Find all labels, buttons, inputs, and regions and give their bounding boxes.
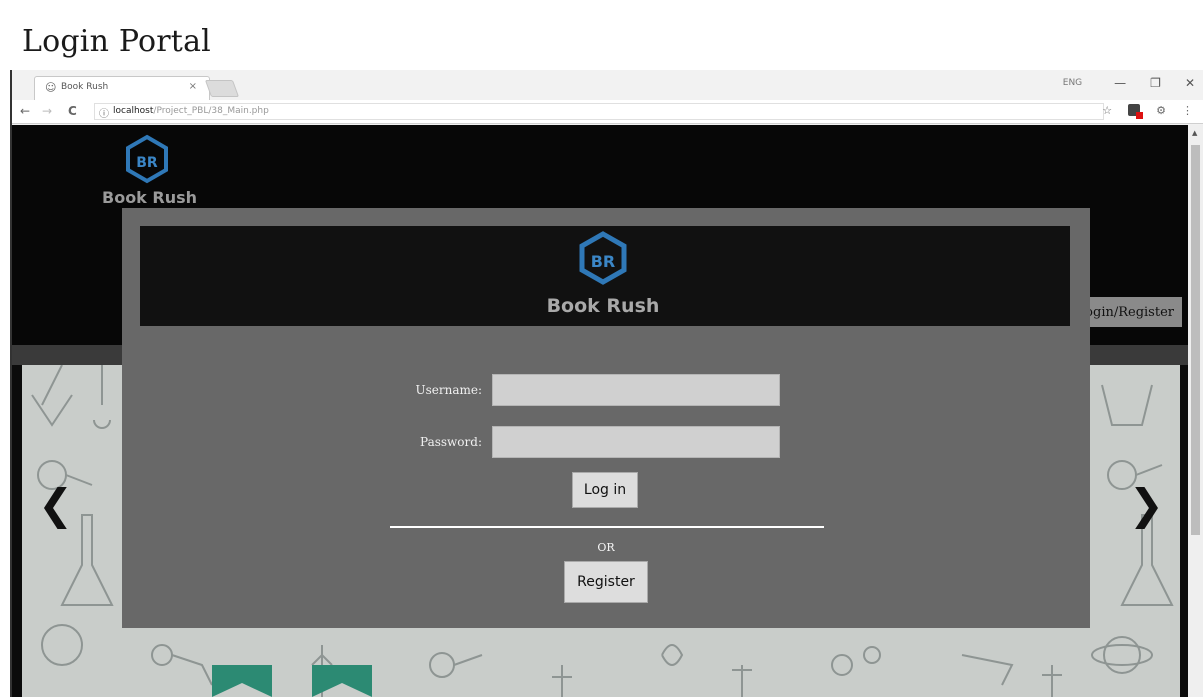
browser-window: ☺ Book Rush × ENG — ❐ ✕ ← → C ⓘ localhos… [10, 70, 1203, 697]
extension-badge [1136, 112, 1144, 119]
reload-icon[interactable]: C [68, 104, 77, 118]
url-text: localhost/Project_PBL/38_Main.php [113, 106, 269, 116]
modal-logo-brand: Book Rush [547, 295, 660, 317]
extension-icon[interactable] [1128, 104, 1144, 119]
scroll-up-icon[interactable]: ▲ [1192, 129, 1197, 137]
address-bar[interactable]: ⓘ localhost/Project_PBL/38_Main.php [94, 103, 1104, 120]
settings-icon[interactable]: ⚙ [1156, 104, 1166, 117]
back-icon[interactable]: ← [20, 104, 30, 118]
password-label: Password: [420, 435, 482, 449]
window-controls: ENG — ❐ ✕ [1063, 76, 1195, 90]
site-logo[interactable]: BR Book Rush [82, 133, 212, 211]
site-logo-letters: BR [136, 155, 158, 171]
site-logo-brand: Book Rush [102, 188, 197, 207]
bookmark-star-icon[interactable]: ☆ [1102, 104, 1112, 117]
browser-toolbar: ← → C ⓘ localhost/Project_PBL/38_Main.ph… [12, 100, 1203, 124]
login-modal: BR Book Rush Username: Password: Log in … [122, 208, 1090, 628]
divider [390, 526, 824, 528]
new-tab-button[interactable] [204, 80, 240, 97]
language-indicator: ENG [1062, 78, 1083, 88]
user-icon: ☺ [45, 81, 57, 94]
minimize-icon[interactable]: — [1114, 76, 1126, 90]
forward-icon[interactable]: → [42, 104, 52, 118]
username-input[interactable] [492, 374, 780, 406]
page-viewport: BR Book Rush Login/Register ❮ ❯ BR Book … [12, 125, 1190, 697]
modal-logo-letters: BR [591, 252, 616, 271]
tab-book-rush[interactable]: ☺ Book Rush × [34, 76, 210, 100]
toolbar-icons: ☆ ⚙ ⋮ [1102, 104, 1193, 119]
close-icon[interactable]: × [189, 81, 197, 92]
modal-logo: BR Book Rush [547, 231, 660, 317]
vertical-scrollbar[interactable]: ▲ [1188, 125, 1203, 697]
login-button[interactable]: Log in [572, 472, 638, 508]
scroll-thumb[interactable] [1191, 145, 1200, 535]
close-window-icon[interactable]: ✕ [1185, 76, 1195, 90]
or-separator: OR [597, 541, 615, 554]
carousel-next-icon[interactable]: ❯ [1129, 480, 1164, 529]
restore-icon[interactable]: ❐ [1150, 76, 1161, 90]
carousel-prev-icon[interactable]: ❮ [38, 480, 73, 529]
tab-strip: ☺ Book Rush × ENG — ❐ ✕ [12, 70, 1203, 100]
register-button[interactable]: Register [564, 561, 648, 603]
menu-icon[interactable]: ⋮ [1182, 104, 1193, 117]
username-label: Username: [415, 383, 482, 397]
password-row: Password: [402, 426, 780, 458]
modal-banner: BR Book Rush [140, 226, 1070, 326]
tab-title: Book Rush [61, 82, 109, 92]
page-title: Login Portal [22, 24, 211, 59]
username-row: Username: [402, 374, 780, 406]
info-icon[interactable]: ⓘ [99, 105, 109, 120]
password-input[interactable] [492, 426, 780, 458]
